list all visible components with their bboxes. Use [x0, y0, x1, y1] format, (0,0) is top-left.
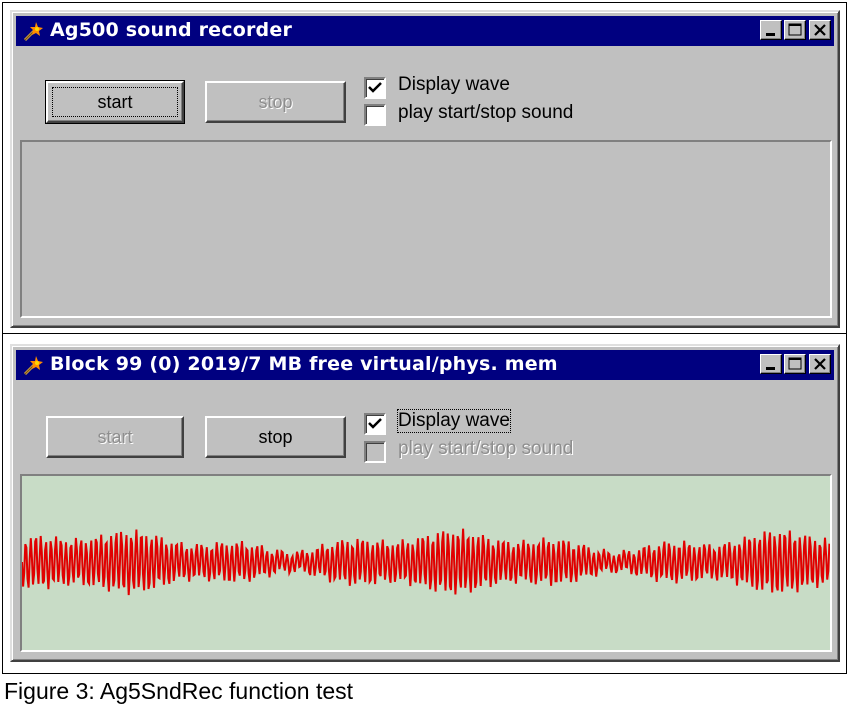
stop-button-label: stop	[258, 91, 293, 112]
maximize-icon	[788, 357, 802, 370]
start-button[interactable]: start	[46, 416, 184, 458]
play-sound-label[interactable]: play start/stop sound	[398, 438, 573, 460]
focus-rect	[52, 87, 178, 117]
play-sound-label[interactable]: play start/stop sound	[398, 102, 573, 124]
stop-button[interactable]: stop	[205, 416, 346, 458]
display-wave-checkbox[interactable]	[364, 77, 386, 99]
figure-caption: Figure 3: Ag5SndRec function test	[4, 678, 354, 704]
display-wave-label[interactable]: Display wave	[397, 409, 511, 433]
start-button[interactable]: start	[45, 80, 185, 124]
play-sound-checkbox[interactable]	[364, 441, 386, 463]
wave-display	[20, 474, 832, 652]
display-wave-label[interactable]: Display wave	[398, 74, 510, 96]
window-title: Block 99 (0) 2019/7 MB free virtual/phys…	[50, 353, 558, 375]
minimize-icon	[766, 33, 775, 36]
minimize-button[interactable]	[760, 354, 782, 374]
app-wand-icon	[23, 356, 43, 376]
maximize-button[interactable]	[784, 20, 806, 40]
titlebar[interactable]: Ag500 sound recorder	[16, 16, 834, 46]
close-button[interactable]	[809, 20, 831, 40]
recorder-window-idle: Ag500 sound recorder start stop Display …	[10, 10, 840, 328]
minimize-button[interactable]	[760, 20, 782, 40]
waveform	[22, 528, 830, 596]
stop-button-label: stop	[258, 426, 293, 447]
checkmark-icon	[368, 82, 382, 93]
waveform-trace	[22, 528, 830, 596]
start-button-label: start	[97, 426, 133, 447]
stop-button[interactable]: stop	[205, 81, 346, 123]
close-button[interactable]	[809, 354, 831, 374]
play-sound-checkbox[interactable]	[364, 104, 386, 126]
minimize-icon	[766, 367, 775, 370]
wave-display-empty	[20, 140, 832, 318]
close-icon	[814, 358, 826, 370]
maximize-button[interactable]	[784, 354, 806, 374]
titlebar[interactable]: Block 99 (0) 2019/7 MB free virtual/phys…	[16, 350, 834, 380]
app-wand-icon	[23, 22, 43, 42]
checkmark-icon	[368, 418, 382, 429]
close-icon	[814, 24, 826, 36]
display-wave-checkbox[interactable]	[364, 413, 386, 435]
window-title: Ag500 sound recorder	[50, 19, 293, 41]
recorder-window-recording: Block 99 (0) 2019/7 MB free virtual/phys…	[10, 344, 840, 662]
figure-divider	[3, 333, 846, 334]
maximize-icon	[788, 23, 802, 36]
